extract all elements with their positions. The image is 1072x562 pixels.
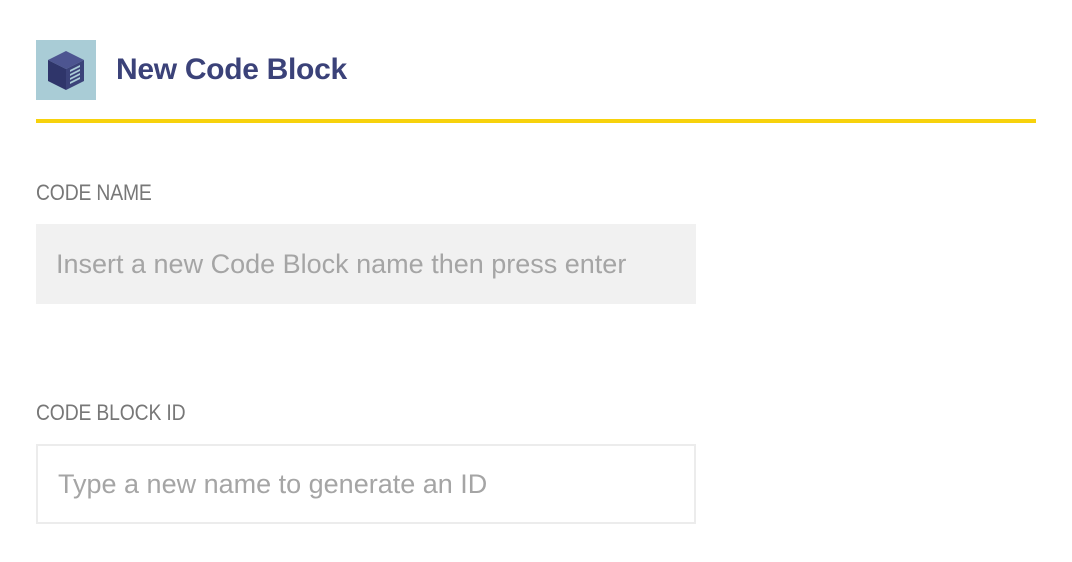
page-title: New Code Block (116, 53, 347, 86)
code-name-label: CODE NAME (36, 180, 152, 205)
code-block-id-input[interactable] (36, 444, 696, 524)
code-name-input[interactable] (36, 224, 696, 304)
header: New Code Block (36, 40, 1036, 100)
header-divider (36, 119, 1036, 123)
code-block-id-label: CODE BLOCK ID (36, 400, 186, 425)
code-block-cube-icon (36, 40, 96, 100)
